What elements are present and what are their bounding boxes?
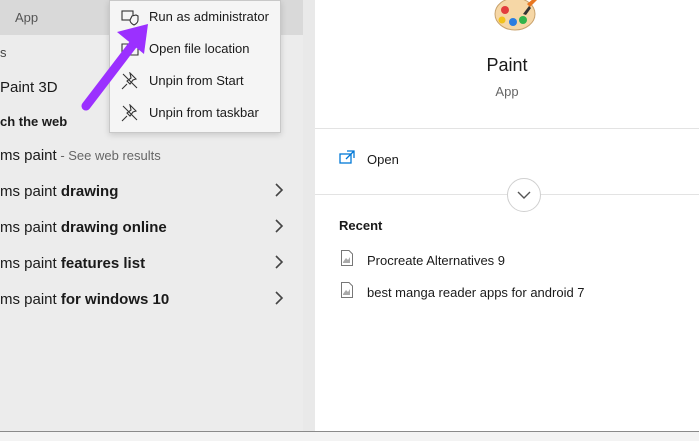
chevron-right-icon[interactable]: [272, 219, 286, 233]
recent-item-label: best manga reader apps for android 7: [367, 285, 585, 300]
web-result-row[interactable]: ms paint drawing: [0, 174, 303, 210]
query-suggestion: drawing: [60, 183, 119, 200]
query-prefix: ms paint: [0, 219, 61, 236]
image-file-icon: [341, 250, 353, 266]
shield-icon: [121, 10, 139, 26]
web-result-row[interactable]: ms paint features list: [0, 246, 303, 282]
app-type: App: [495, 84, 519, 99]
chevron-down-icon: [517, 191, 531, 199]
menu-item-label: Run as administrator: [149, 9, 269, 24]
folder-icon: [121, 43, 139, 56]
web-result-label: ms paint drawing: [0, 183, 118, 200]
query-prefix: ms paint: [0, 183, 61, 200]
web-result-row[interactable]: ms paint - See web results: [0, 138, 303, 174]
section-label-fragment: s: [0, 45, 7, 60]
paint3d-result[interactable]: Paint 3D: [0, 79, 58, 96]
recent-heading: Recent: [339, 218, 383, 233]
menu-item-label: Unpin from Start: [149, 73, 244, 88]
unpin-icon: [121, 72, 138, 90]
web-result-label: ms paint drawing online: [0, 219, 167, 236]
menu-item-open-file-location[interactable]: Open file location: [110, 33, 280, 65]
app-label: App: [15, 10, 39, 25]
chevron-right-icon[interactable]: [272, 255, 286, 269]
query-text: ms paint: [0, 147, 57, 164]
query-prefix: ms paint: [0, 255, 61, 272]
image-file-icon: [341, 282, 353, 298]
recent-item[interactable]: best manga reader apps for android 7: [339, 282, 679, 304]
menu-item-label: Unpin from taskbar: [149, 105, 259, 120]
recent-item[interactable]: Procreate Alternatives 9: [339, 250, 679, 272]
web-result-label: ms paint features list: [0, 255, 145, 272]
expand-button[interactable]: [507, 178, 541, 212]
see-web-results: - See web results: [56, 148, 161, 163]
panel-gap: [303, 0, 315, 440]
query-suggestion: for windows 10: [60, 291, 170, 308]
menu-item-run-as-admin[interactable]: Run as administrator: [110, 1, 280, 33]
query-suggestion: features list: [60, 255, 146, 272]
paint3d-suffix: 3D: [34, 79, 58, 96]
recent-item-label: Procreate Alternatives 9: [367, 253, 506, 268]
open-icon: [339, 150, 355, 164]
unpin-icon: [121, 104, 138, 122]
open-action[interactable]: Open: [339, 147, 539, 171]
context-menu: Run as administrator Open file location …: [109, 0, 281, 133]
app-title: Paint: [486, 55, 528, 75]
chevron-right-icon[interactable]: [272, 183, 286, 197]
app-preview-panel: Paint App Open Recent Procreate Alternat…: [315, 0, 699, 440]
open-label: Open: [367, 152, 399, 167]
paint3d-name: Paint: [0, 79, 35, 96]
web-result-row[interactable]: ms paint for windows 10: [0, 282, 303, 318]
query-suggestion: drawing online: [60, 219, 167, 236]
search-web-heading: ch the web: [0, 114, 68, 129]
web-result-label: ms paint - See web results: [0, 147, 161, 164]
web-result-row[interactable]: ms paint drawing online: [0, 210, 303, 246]
menu-item-unpin-taskbar[interactable]: Unpin from taskbar: [110, 97, 280, 129]
menu-item-unpin-start[interactable]: Unpin from Start: [110, 65, 280, 97]
query-prefix: ms paint: [0, 291, 61, 308]
paint-app-icon: [494, 0, 537, 31]
divider: [315, 128, 699, 129]
menu-item-label: Open file location: [149, 41, 250, 56]
web-result-label: ms paint for windows 10: [0, 291, 169, 308]
chevron-right-icon[interactable]: [272, 291, 286, 305]
